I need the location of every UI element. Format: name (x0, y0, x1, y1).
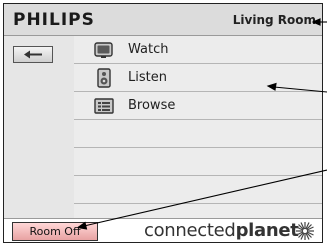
menu-item-listen[interactable]: Listen (74, 64, 322, 92)
starburst-logo-icon (296, 222, 314, 240)
brand-logo: PHILIPS (13, 10, 95, 30)
menu-item-empty (74, 176, 322, 204)
menu-item-label: Browse (128, 98, 176, 113)
connectedplanet-logo: connectedplanet (144, 220, 299, 241)
tv-icon (94, 42, 113, 58)
room-name[interactable]: Living Room (233, 13, 316, 27)
logo-text-bold: planet (235, 220, 299, 241)
footer-bar: Room Off connectedplanet (4, 218, 322, 242)
menu-list: Watch Listen Browse (74, 36, 322, 218)
menu-item-label: Listen (128, 70, 167, 85)
list-icon (94, 98, 114, 114)
back-button[interactable] (13, 46, 53, 63)
sidebar (4, 36, 74, 218)
speaker-icon (97, 68, 111, 88)
header-bar: PHILIPS Living Room (4, 4, 322, 36)
menu-item-label: Watch (128, 42, 169, 57)
room-off-button[interactable]: Room Off (12, 222, 98, 241)
back-arrow-icon (24, 50, 42, 59)
device-screen: PHILIPS Living Room Watch Listen Browse … (3, 3, 323, 243)
menu-item-empty (74, 148, 322, 176)
menu-item-browse[interactable]: Browse (74, 92, 322, 120)
menu-item-watch[interactable]: Watch (74, 36, 322, 64)
menu-item-empty (74, 120, 322, 148)
logo-text-regular: connected (144, 220, 236, 241)
